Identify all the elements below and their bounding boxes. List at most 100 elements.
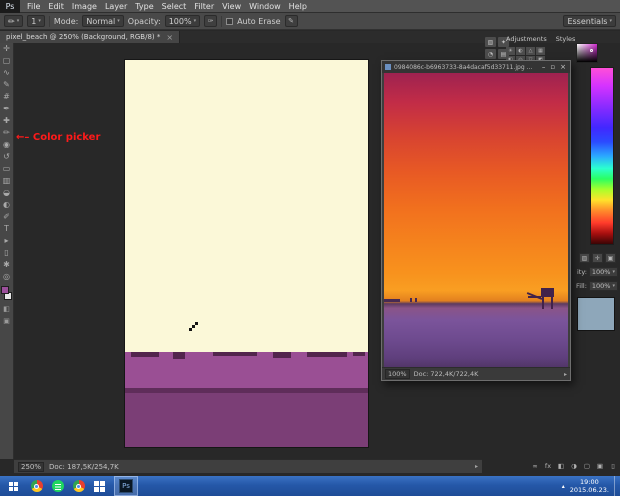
caret-icon: ▾ xyxy=(612,282,615,289)
workspace-value: Essentials xyxy=(567,16,608,26)
lasso-tool[interactable]: ∿ xyxy=(0,67,14,79)
hidden-icons-chevron[interactable]: ▴ xyxy=(562,483,565,490)
adjustment-icon[interactable]: ▦ xyxy=(536,47,545,55)
layer-group-icon[interactable]: ▢ xyxy=(583,462,591,470)
adjustment-icon[interactable]: △ xyxy=(526,47,535,55)
menu-image[interactable]: Image xyxy=(68,2,101,11)
menu-file[interactable]: File xyxy=(23,2,44,11)
dodge-tool[interactable]: ◐ xyxy=(0,199,14,211)
collapsed-panel-icon[interactable]: ▧ xyxy=(485,37,496,47)
layer-fill-row: Fill: 100% ▾ xyxy=(576,281,618,291)
blur-tool[interactable]: ◒ xyxy=(0,187,14,199)
menu-layer[interactable]: Layer xyxy=(101,2,131,11)
clone-stamp-tool[interactable]: ◉ xyxy=(0,139,14,151)
lock-all-icon[interactable]: ▣ xyxy=(605,253,616,263)
tab-styles[interactable]: Styles xyxy=(556,35,576,43)
foreground-color-swatch[interactable] xyxy=(0,286,9,294)
delete-layer-icon[interactable]: ▯ xyxy=(609,462,617,470)
zoom-level-field[interactable]: 100% xyxy=(385,369,410,379)
layer-mask-icon[interactable]: ◧ xyxy=(557,462,565,470)
layer-style-icon[interactable]: fx xyxy=(544,462,552,470)
eyedropper-tool[interactable]: ✒ xyxy=(0,103,14,115)
link-layers-icon[interactable]: ∞ xyxy=(531,462,539,470)
spot-healing-brush-tool[interactable]: ✚ xyxy=(0,115,14,127)
hue-ramp[interactable] xyxy=(590,67,614,245)
pencil-tool-icon: ✏ xyxy=(8,16,15,26)
tab-adjustments[interactable]: Adjustments xyxy=(506,35,547,43)
rectangular-marquee-tool[interactable]: ▢ xyxy=(0,55,14,67)
layer-fill-field[interactable]: 100% ▾ xyxy=(588,281,618,291)
status-arrow-icon[interactable]: ▸ xyxy=(564,371,567,378)
brush-tool[interactable]: ✏ xyxy=(0,127,14,139)
hand-tool[interactable]: ✱ xyxy=(0,259,14,271)
clock-date: 2015.06.23. xyxy=(569,486,609,494)
maximize-icon[interactable]: ▫ xyxy=(549,63,556,71)
floating-document-window: 0984086c-b6963733-8a4dacaf5d33711.jpg @ … xyxy=(381,60,571,381)
move-tool[interactable]: ✛ xyxy=(0,43,14,55)
workspace-switcher[interactable]: Essentials ▾ xyxy=(563,15,616,27)
pen-tool[interactable]: ✐ xyxy=(0,211,14,223)
menu-window[interactable]: Window xyxy=(245,2,285,11)
tool-preset-picker[interactable]: ✏ ▾ xyxy=(4,15,24,27)
menu-type[interactable]: Type xyxy=(131,2,157,11)
taskbar-clock[interactable]: 19:00 2015.06.23. xyxy=(570,478,609,494)
menu-bar: Ps File Edit Image Layer Type Select Fil… xyxy=(0,0,620,13)
auto-erase-label: Auto Erase xyxy=(237,16,281,26)
gradient-tool[interactable]: ▥ xyxy=(0,175,14,187)
spotify-icon[interactable] xyxy=(47,476,68,496)
chrome-icon[interactable] xyxy=(26,476,47,496)
menu-edit[interactable]: Edit xyxy=(44,2,68,11)
lock-transparency-icon[interactable]: ▨ xyxy=(579,253,590,263)
layer-thumbnail[interactable] xyxy=(577,297,615,331)
adjustment-icon[interactable]: ☀ xyxy=(506,47,515,55)
adjustment-layer-icon[interactable]: ◑ xyxy=(570,462,578,470)
blend-mode-select[interactable]: Normal ▾ xyxy=(82,15,124,27)
rectangle-tool[interactable]: ▯ xyxy=(0,247,14,259)
tablet-pressure-icon[interactable]: ✑ xyxy=(204,15,218,27)
path-selection-tool[interactable]: ▸ xyxy=(0,235,14,247)
zoom-level-field[interactable]: 250% xyxy=(18,461,45,472)
document-canvas[interactable] xyxy=(124,59,369,448)
airbrush-icon[interactable]: ✎ xyxy=(284,15,298,27)
brush-preset-picker[interactable]: 1 ▾ xyxy=(27,15,45,27)
history-brush-tool[interactable]: ↺ xyxy=(0,151,14,163)
lock-position-icon[interactable]: ✛ xyxy=(592,253,603,263)
collapsed-panel-icon[interactable]: ◔ xyxy=(485,49,496,59)
minimize-icon[interactable]: – xyxy=(541,63,547,71)
opacity-select[interactable]: 100% ▾ xyxy=(164,15,201,27)
screen-mode-button[interactable]: ▣ xyxy=(0,315,14,327)
pixel-horizon-patch xyxy=(131,352,159,357)
crop-tool[interactable]: # xyxy=(0,91,14,103)
tools-panel: ✛ ▢ ∿ ✎ # ✒ ✚ ✏ ◉ ↺ ▭ ▥ ◒ ◐ ✐ T ▸ ▯ ✱ ◎ … xyxy=(0,43,14,459)
browser-icon[interactable] xyxy=(68,476,89,496)
apps-grid-icon[interactable] xyxy=(89,476,110,496)
menu-select[interactable]: Select xyxy=(158,2,191,11)
close-icon[interactable]: × xyxy=(559,63,567,71)
status-arrow-icon[interactable]: ▸ xyxy=(475,463,478,470)
adjustment-icon[interactable]: ◐ xyxy=(516,47,525,55)
quick-mask-button[interactable]: ◧ xyxy=(0,303,14,315)
start-button[interactable] xyxy=(0,476,26,496)
layer-opacity-field[interactable]: 100% ▾ xyxy=(588,267,618,277)
auto-erase-checkbox[interactable] xyxy=(226,17,234,25)
show-desktop-button[interactable] xyxy=(614,476,618,496)
close-tab-icon[interactable]: × xyxy=(166,33,173,42)
photoshop-taskbar-button[interactable]: Ps xyxy=(114,476,138,496)
menu-help[interactable]: Help xyxy=(285,2,311,11)
quick-selection-tool[interactable]: ✎ xyxy=(0,79,14,91)
floating-window-titlebar[interactable]: 0984086c-b6963733-8a4dacaf5d33711.jpg @ … xyxy=(382,61,570,73)
document-tab[interactable]: pixel_beach @ 250% (Background, RGB/8) *… xyxy=(0,31,181,43)
photoshop-logo: Ps xyxy=(0,0,20,13)
new-layer-icon[interactable]: ▣ xyxy=(596,462,604,470)
pixel-horizon-patch xyxy=(213,352,257,356)
sunset-beach-photo[interactable] xyxy=(384,73,568,367)
zoom-tool[interactable]: ◎ xyxy=(0,271,14,283)
floating-window-title: 0984086c-b6963733-8a4dacaf5d33711.jpg @ … xyxy=(394,63,538,71)
eraser-tool[interactable]: ▭ xyxy=(0,163,14,175)
menu-filter[interactable]: Filter xyxy=(190,2,218,11)
menu-view[interactable]: View xyxy=(218,2,245,11)
color-field[interactable] xyxy=(576,43,598,63)
pixel-art-sea-band xyxy=(125,352,368,388)
type-tool[interactable]: T xyxy=(0,223,14,235)
layer-lock-row: ▨ ✛ ▣ xyxy=(579,253,616,263)
